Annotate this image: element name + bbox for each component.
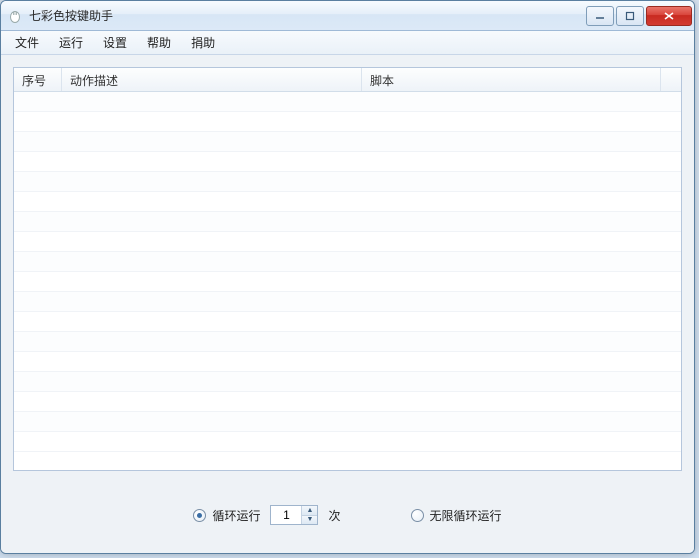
times-suffix: 次 [328, 507, 340, 524]
loop-run-label: 循环运行 [212, 507, 260, 524]
menu-run[interactable]: 运行 [49, 31, 93, 54]
list-row[interactable] [14, 412, 681, 432]
list-row[interactable] [14, 372, 681, 392]
radio-loop-infinite[interactable] [411, 509, 424, 522]
minimize-button[interactable] [586, 6, 614, 26]
app-icon [7, 8, 23, 24]
titlebar[interactable]: 七彩色按键助手 [1, 1, 694, 31]
list-header: 序号 动作描述 脚本 [14, 68, 681, 92]
window-controls [584, 6, 692, 26]
list-row[interactable] [14, 332, 681, 352]
spinner-down-icon[interactable]: ▼ [302, 516, 317, 525]
list-row[interactable] [14, 252, 681, 272]
list-row[interactable] [14, 432, 681, 452]
menu-settings[interactable]: 设置 [93, 31, 137, 54]
app-window: 七彩色按键助手 文件 运行 设置 帮助 捐助 序号 [0, 0, 695, 554]
loop-count-group[interactable]: 循环运行 ▲ ▼ 次 [193, 505, 340, 525]
loop-count-spinner[interactable]: ▲ ▼ [270, 505, 318, 525]
list-row[interactable] [14, 272, 681, 292]
menu-file[interactable]: 文件 [5, 31, 49, 54]
list-row[interactable] [14, 352, 681, 372]
list-row[interactable] [14, 132, 681, 152]
list-row[interactable] [14, 192, 681, 212]
window-title: 七彩色按键助手 [29, 7, 113, 24]
content-area: 序号 动作描述 脚本 [1, 55, 694, 553]
col-index[interactable]: 序号 [14, 68, 62, 91]
footer-controls: 循环运行 ▲ ▼ 次 无限循环运行 [13, 471, 682, 541]
col-spacer [661, 68, 681, 91]
close-button[interactable] [646, 6, 692, 26]
spinner-up-icon[interactable]: ▲ [302, 506, 317, 516]
list-row[interactable] [14, 112, 681, 132]
list-row[interactable] [14, 152, 681, 172]
menubar: 文件 运行 设置 帮助 捐助 [1, 31, 694, 55]
list-row[interactable] [14, 392, 681, 412]
maximize-button[interactable] [616, 6, 644, 26]
menu-help[interactable]: 帮助 [137, 31, 181, 54]
action-list[interactable]: 序号 动作描述 脚本 [13, 67, 682, 471]
list-row[interactable] [14, 212, 681, 232]
menu-donate[interactable]: 捐助 [181, 31, 225, 54]
loop-infinite-group[interactable]: 无限循环运行 [411, 507, 502, 524]
list-row[interactable] [14, 172, 681, 192]
list-row[interactable] [14, 232, 681, 252]
col-script[interactable]: 脚本 [362, 68, 661, 91]
infinite-loop-label: 无限循环运行 [430, 507, 502, 524]
radio-loop-count[interactable] [193, 509, 206, 522]
list-row[interactable] [14, 312, 681, 332]
loop-count-input[interactable] [271, 506, 301, 524]
list-row[interactable] [14, 92, 681, 112]
list-row[interactable] [14, 292, 681, 312]
col-desc[interactable]: 动作描述 [62, 68, 362, 91]
list-body[interactable] [14, 92, 681, 470]
